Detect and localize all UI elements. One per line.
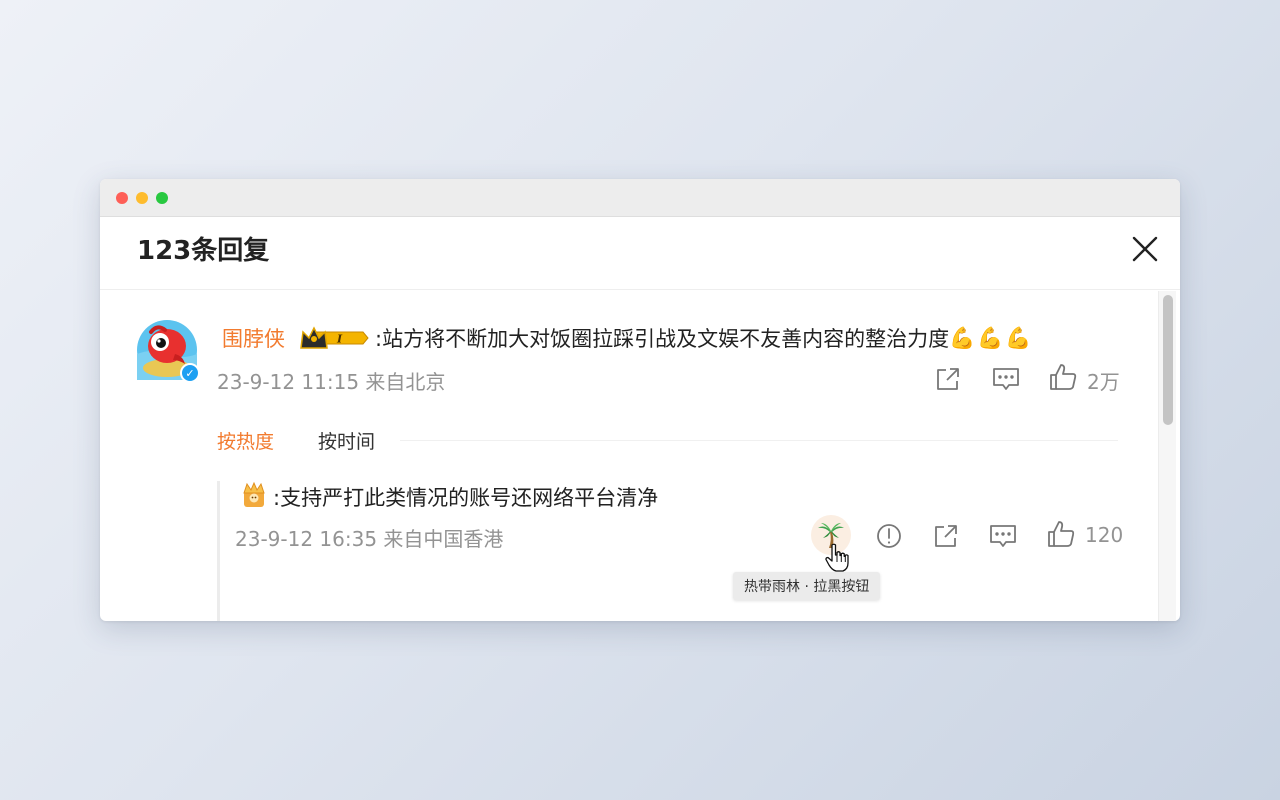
reply-like-button[interactable]	[1046, 519, 1076, 549]
reply-text: :支持严打此类情况的账号还网络平台清净	[273, 486, 659, 510]
reply-like-count: 120	[1085, 523, 1124, 547]
crown-icon	[240, 481, 268, 509]
reply-meta: 23-9-12 16:35 来自中国香港	[235, 527, 504, 551]
report-icon	[877, 524, 901, 548]
sort-divider	[400, 440, 1118, 441]
reply-report-button[interactable]	[874, 521, 904, 551]
svg-text:I: I	[336, 333, 343, 346]
tab-sort-time[interactable]: 按时间	[318, 427, 375, 454]
page-title: 123条回复	[137, 236, 270, 266]
crown-medal-icon[interactable]: I	[299, 324, 369, 352]
scrollbar-thumb[interactable]	[1163, 295, 1173, 425]
reply-share-button[interactable]	[931, 521, 961, 551]
comment-emoji: 💪💪💪	[949, 325, 1034, 350]
comment-username[interactable]: 围脖侠	[222, 323, 285, 353]
comment-replies-window: 123条回复 ✓ 围脖侠 I:站方将不断加大对饭圈拉踩引战及文娱不友善内容的整…	[100, 179, 1180, 621]
share-icon	[937, 368, 959, 390]
replies-header: 123条回复	[100, 217, 1180, 290]
block-button-tooltip: 热带雨林 · 拉黑按钮	[733, 572, 881, 600]
comment-line: 围脖侠 I :站方将不断加大对饭圈拉踩引战及文娱不友善内容的整治力度 💪💪💪	[222, 323, 1034, 353]
replies-content: ✓ 围脖侠 I :站方将不断加大对饭圈拉踩引战及文娱不友善内容的整治力度 💪💪💪…	[100, 291, 1180, 621]
comment-like-button[interactable]	[1048, 362, 1078, 392]
close-button[interactable]	[1130, 234, 1160, 264]
window-zoom-dot[interactable]	[156, 192, 168, 204]
reply-comment-button[interactable]	[988, 521, 1018, 551]
thumbs-up-icon	[1050, 364, 1077, 390]
window-minimize-dot[interactable]	[136, 192, 148, 204]
comment-icon	[993, 368, 1019, 390]
comment-like-count: 2万	[1087, 370, 1120, 394]
reply-thread-rule	[217, 481, 220, 621]
hand-cursor-icon	[825, 543, 849, 572]
window-titlebar	[100, 179, 1180, 217]
comment-reply-button[interactable]	[991, 364, 1021, 394]
tab-sort-hot[interactable]: 按热度	[217, 427, 274, 454]
close-icon	[1132, 236, 1158, 262]
share-icon	[935, 525, 957, 547]
verified-badge-icon: ✓	[180, 363, 200, 383]
thumbs-up-icon	[1048, 521, 1075, 547]
comment-icon	[990, 525, 1016, 547]
comment-share-button[interactable]	[933, 364, 963, 394]
comment-meta: 23-9-12 11:15 来自北京	[217, 370, 446, 394]
comment-text: :站方将不断加大对饭圈拉踩引战及文娱不友善内容的整治力度	[375, 327, 950, 351]
window-close-dot[interactable]	[116, 192, 128, 204]
